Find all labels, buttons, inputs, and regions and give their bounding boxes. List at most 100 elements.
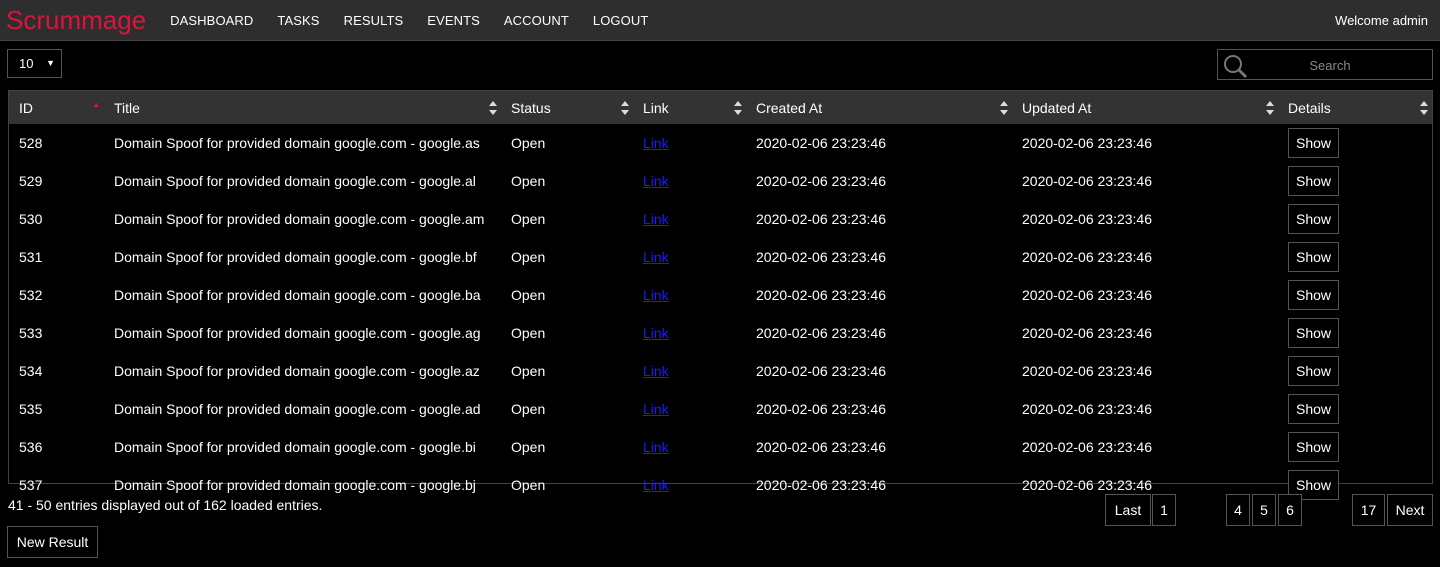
result-link[interactable]: Link bbox=[643, 249, 669, 265]
pagination-page-6[interactable]: 6 bbox=[1278, 494, 1302, 526]
cell-updated-at: 2020-02-06 23:23:46 bbox=[1022, 363, 1152, 379]
table-row: 528 Domain Spoof for provided domain goo… bbox=[9, 124, 1432, 162]
table-row: 536 Domain Spoof for provided domain goo… bbox=[9, 428, 1432, 466]
cell-updated-at: 2020-02-06 23:23:46 bbox=[1022, 211, 1152, 227]
pagination-page-4[interactable]: 4 bbox=[1226, 494, 1250, 526]
cell-status: Open bbox=[511, 325, 546, 341]
col-header-updated-at[interactable]: Updated At bbox=[1012, 91, 1278, 124]
result-link[interactable]: Link bbox=[643, 211, 669, 227]
cell-status: Open bbox=[511, 477, 546, 493]
sort-icon bbox=[621, 101, 629, 115]
cell-status: Open bbox=[511, 173, 546, 189]
cell-created-at: 2020-02-06 23:23:46 bbox=[756, 287, 886, 303]
nav-dashboard[interactable]: DASHBOARD bbox=[170, 13, 253, 28]
cell-status: Open bbox=[511, 211, 546, 227]
result-link[interactable]: Link bbox=[643, 287, 669, 303]
cell-status: Open bbox=[511, 135, 546, 151]
page-size-value: 10 bbox=[19, 56, 34, 71]
show-button[interactable]: Show bbox=[1288, 432, 1339, 462]
sort-icon bbox=[1266, 101, 1274, 115]
search-input[interactable]: Search bbox=[1217, 49, 1433, 80]
col-header-status[interactable]: Status bbox=[501, 91, 633, 124]
show-button[interactable]: Show bbox=[1288, 128, 1339, 158]
cell-id: 532 bbox=[19, 287, 43, 303]
nav-account[interactable]: ACCOUNT bbox=[504, 13, 569, 28]
pagination-page-1[interactable]: 1 bbox=[1152, 494, 1176, 526]
sort-ascending-icon: ▲ bbox=[92, 100, 100, 109]
cell-updated-at: 2020-02-06 23:23:46 bbox=[1022, 439, 1152, 455]
show-button[interactable]: Show bbox=[1288, 356, 1339, 386]
cell-updated-at: 2020-02-06 23:23:46 bbox=[1022, 135, 1152, 151]
cell-updated-at: 2020-02-06 23:23:46 bbox=[1022, 173, 1152, 189]
cell-title: Domain Spoof for provided domain google.… bbox=[114, 325, 481, 341]
search-placeholder: Search bbox=[1309, 58, 1351, 73]
result-link[interactable]: Link bbox=[643, 135, 669, 151]
nav-events[interactable]: EVENTS bbox=[427, 13, 480, 28]
cell-created-at: 2020-02-06 23:23:46 bbox=[756, 401, 886, 417]
cell-created-at: 2020-02-06 23:23:46 bbox=[756, 211, 886, 227]
col-header-title[interactable]: Title bbox=[104, 91, 501, 124]
col-header-id[interactable]: ID ▲ bbox=[9, 91, 104, 124]
result-link[interactable]: Link bbox=[643, 401, 669, 417]
show-button[interactable]: Show bbox=[1288, 166, 1339, 196]
cell-created-at: 2020-02-06 23:23:46 bbox=[756, 477, 886, 493]
result-link[interactable]: Link bbox=[643, 439, 669, 455]
show-button[interactable]: Show bbox=[1288, 204, 1339, 234]
cell-updated-at: 2020-02-06 23:23:46 bbox=[1022, 287, 1152, 303]
show-button[interactable]: Show bbox=[1288, 280, 1339, 310]
pagination-last[interactable]: Last bbox=[1105, 494, 1151, 526]
result-link[interactable]: Link bbox=[643, 477, 669, 493]
cell-id: 531 bbox=[19, 249, 43, 265]
chevron-down-icon: ▼ bbox=[46, 58, 55, 68]
brand-logo[interactable]: Scrummage bbox=[6, 0, 146, 40]
results-table: ID ▲ Title Status Link Created At Updated… bbox=[8, 90, 1433, 500]
table-row: 533 Domain Spoof for provided domain goo… bbox=[9, 314, 1432, 352]
new-result-button[interactable]: New Result bbox=[7, 526, 98, 558]
col-header-link[interactable]: Link bbox=[633, 91, 746, 124]
sort-icon bbox=[1420, 101, 1428, 115]
cell-id: 530 bbox=[19, 211, 43, 227]
pagination-page-17[interactable]: 17 bbox=[1352, 494, 1385, 526]
result-link[interactable]: Link bbox=[643, 363, 669, 379]
cell-status: Open bbox=[511, 287, 546, 303]
cell-created-at: 2020-02-06 23:23:46 bbox=[756, 249, 886, 265]
cell-title: Domain Spoof for provided domain google.… bbox=[114, 439, 476, 455]
cell-title: Domain Spoof for provided domain google.… bbox=[114, 401, 481, 417]
col-header-created-at[interactable]: Created At bbox=[746, 91, 1012, 124]
nav-logout[interactable]: LOGOUT bbox=[593, 13, 649, 28]
pagination-next[interactable]: Next bbox=[1387, 494, 1433, 526]
show-button[interactable]: Show bbox=[1288, 242, 1339, 272]
cell-created-at: 2020-02-06 23:23:46 bbox=[756, 325, 886, 341]
cell-status: Open bbox=[511, 439, 546, 455]
cell-title: Domain Spoof for provided domain google.… bbox=[114, 173, 476, 189]
cell-title: Domain Spoof for provided domain google.… bbox=[114, 211, 485, 227]
nav-results[interactable]: RESULTS bbox=[344, 13, 404, 28]
cell-id: 534 bbox=[19, 363, 43, 379]
col-header-details[interactable]: Details bbox=[1278, 91, 1432, 124]
page-size-select[interactable]: 10 ▼ bbox=[7, 49, 62, 78]
pagination-page-5[interactable]: 5 bbox=[1252, 494, 1276, 526]
result-link[interactable]: Link bbox=[643, 325, 669, 341]
sort-icon bbox=[1000, 101, 1008, 115]
nav-tasks[interactable]: TASKS bbox=[277, 13, 319, 28]
cell-updated-at: 2020-02-06 23:23:46 bbox=[1022, 249, 1152, 265]
cell-created-at: 2020-02-06 23:23:46 bbox=[756, 173, 886, 189]
table-row: 532 Domain Spoof for provided domain goo… bbox=[9, 276, 1432, 314]
cell-title: Domain Spoof for provided domain google.… bbox=[114, 135, 480, 151]
cell-updated-at: 2020-02-06 23:23:46 bbox=[1022, 325, 1152, 341]
cell-title: Domain Spoof for provided domain google.… bbox=[114, 363, 480, 379]
cell-created-at: 2020-02-06 23:23:46 bbox=[756, 135, 886, 151]
cell-status: Open bbox=[511, 249, 546, 265]
entries-summary: 41 - 50 entries displayed out of 162 loa… bbox=[8, 497, 323, 513]
table-row: 531 Domain Spoof for provided domain goo… bbox=[9, 238, 1432, 276]
top-navbar: Scrummage DASHBOARD TASKS RESULTS EVENTS… bbox=[0, 0, 1440, 41]
welcome-text: Welcome admin bbox=[1335, 13, 1428, 28]
table-row: 534 Domain Spoof for provided domain goo… bbox=[9, 352, 1432, 390]
table-row: 530 Domain Spoof for provided domain goo… bbox=[9, 200, 1432, 238]
cell-status: Open bbox=[511, 363, 546, 379]
show-button[interactable]: Show bbox=[1288, 394, 1339, 424]
cell-created-at: 2020-02-06 23:23:46 bbox=[756, 439, 886, 455]
result-link[interactable]: Link bbox=[643, 173, 669, 189]
show-button[interactable]: Show bbox=[1288, 318, 1339, 348]
cell-id: 528 bbox=[19, 135, 43, 151]
